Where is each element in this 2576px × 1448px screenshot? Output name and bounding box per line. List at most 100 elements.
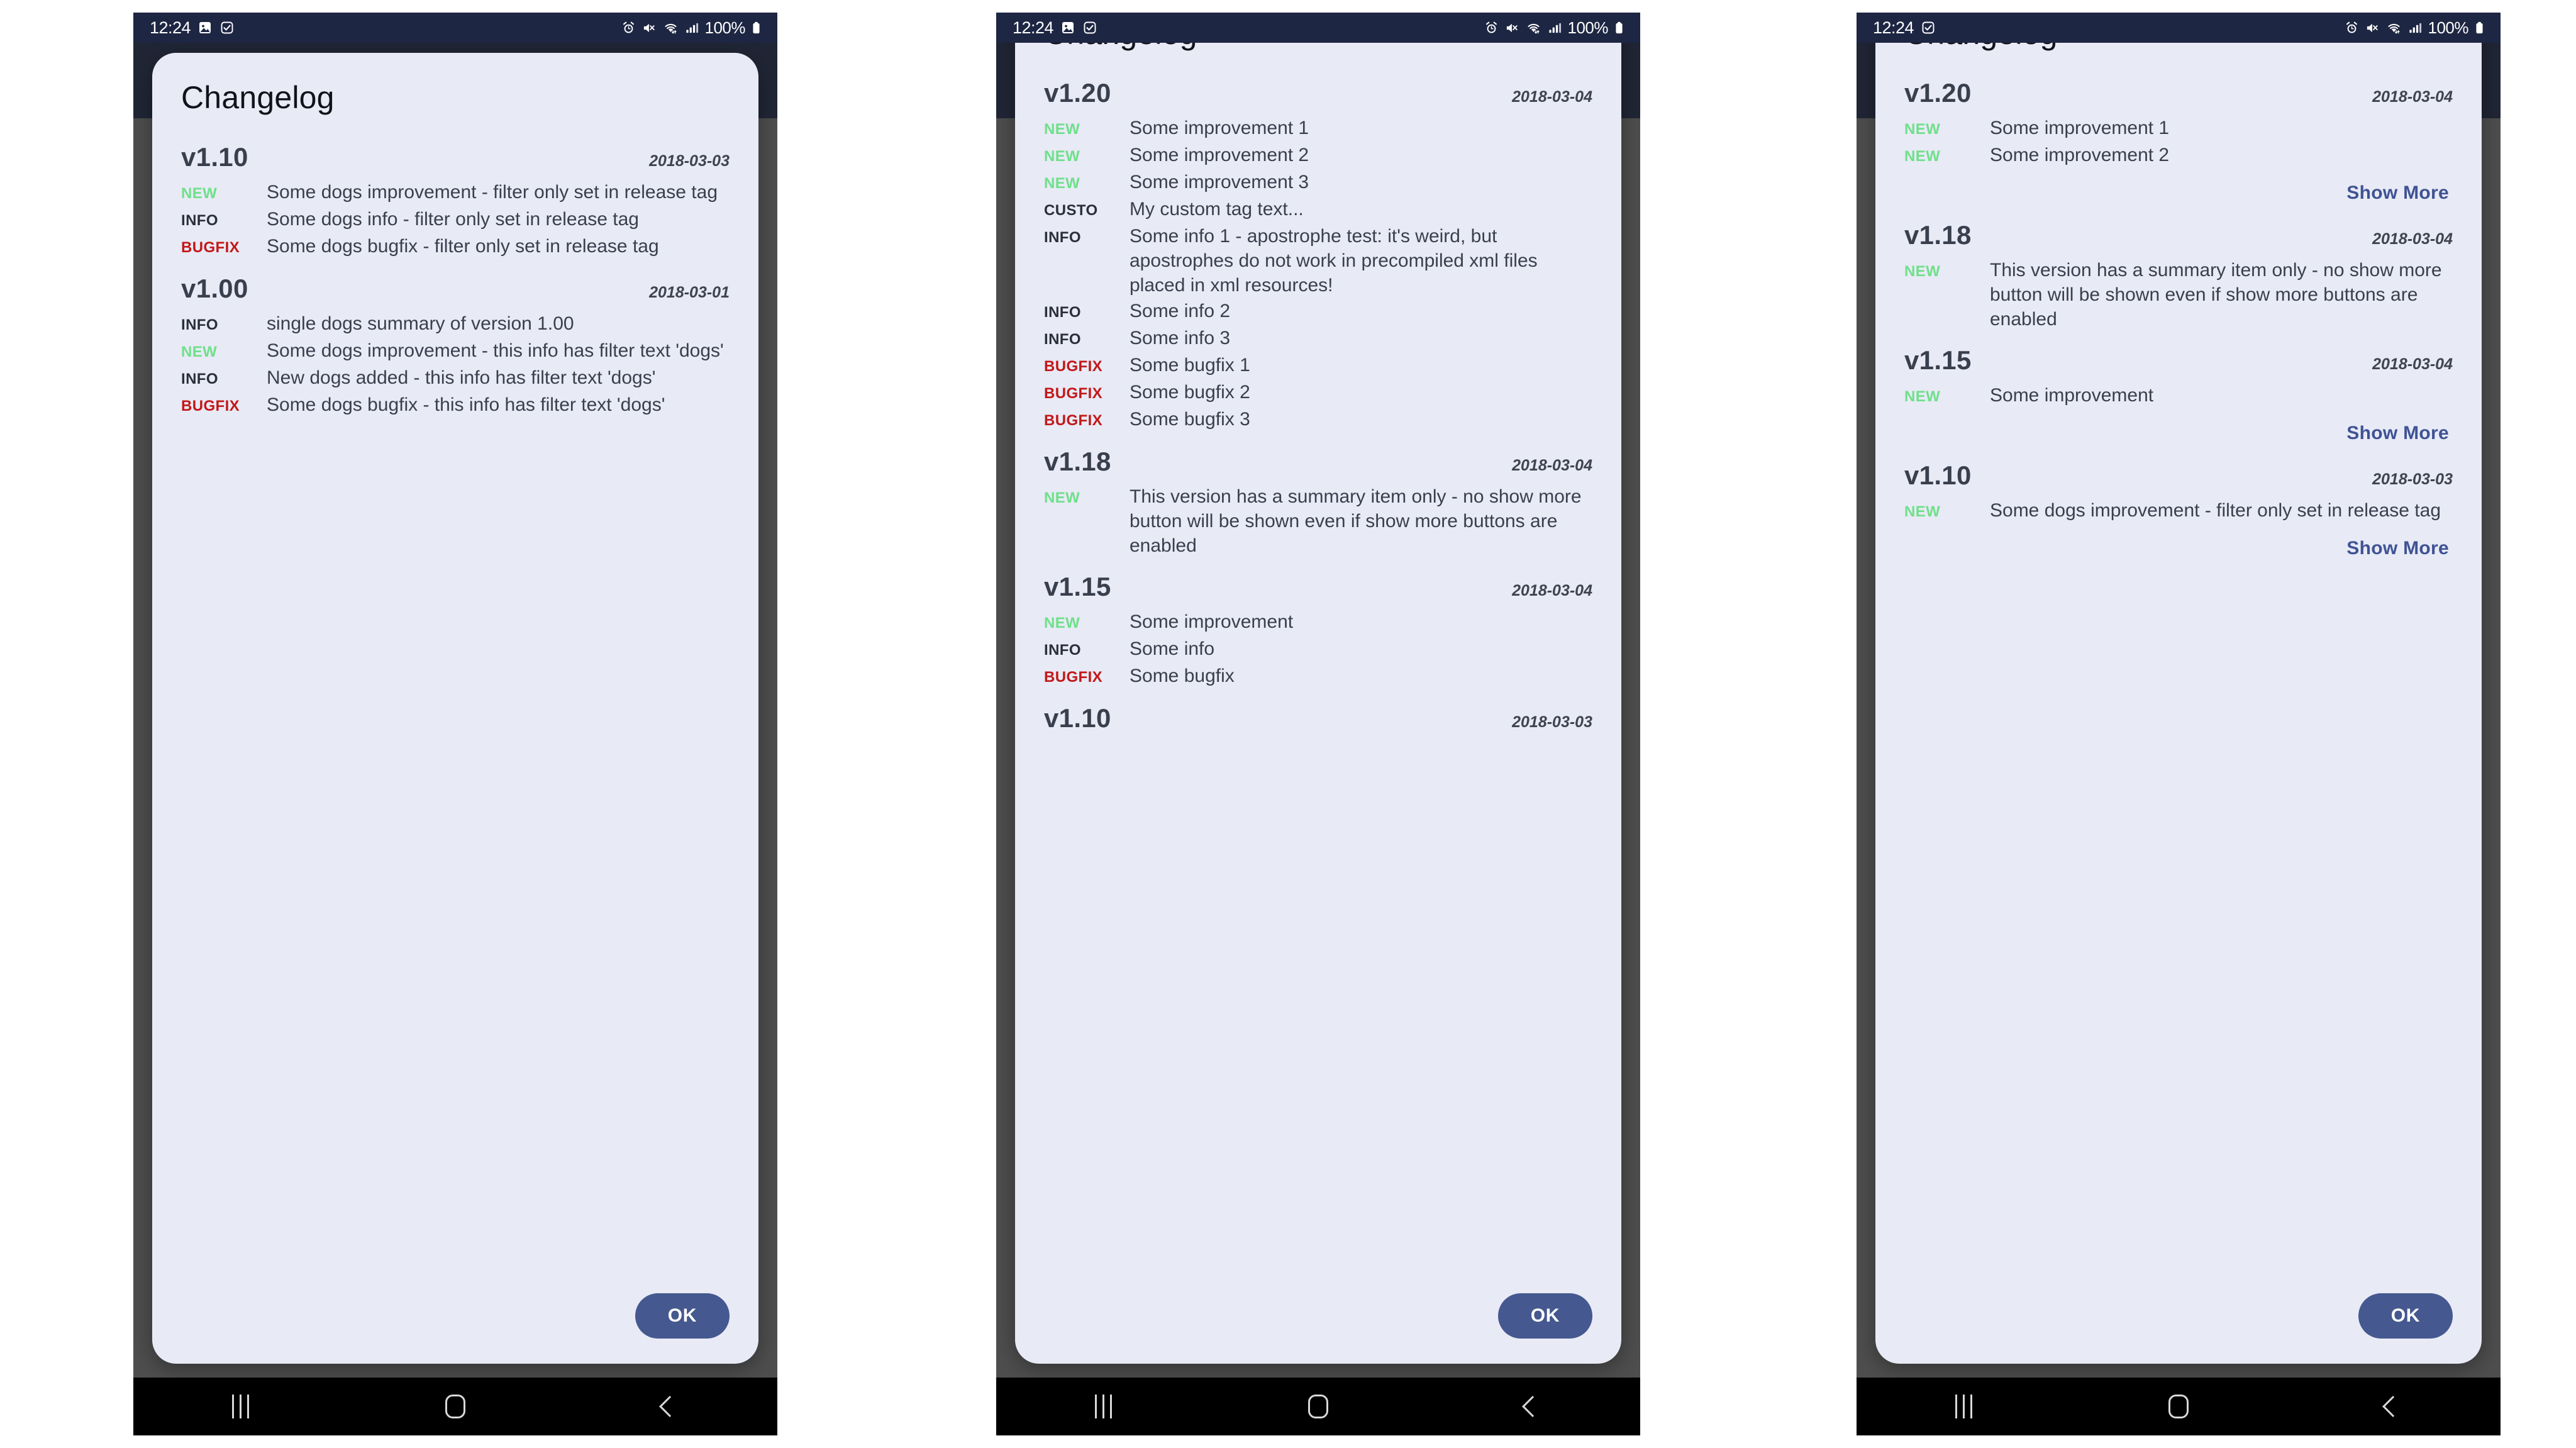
- changelog-row: NEW Some improvement 3: [1044, 170, 1592, 196]
- dialog-title: Changelog: [1875, 43, 2482, 55]
- version-number: v1.20: [1904, 78, 1972, 108]
- changelog-text: This version has a summary item only - n…: [1990, 260, 2442, 330]
- battery-icon: [752, 21, 761, 35]
- changelog-row: NEW This version has a summary item only …: [1904, 258, 2453, 331]
- changelog-row: NEW Some improvement 1: [1904, 116, 2453, 142]
- version-header: v1.15 2018-03-04: [1044, 572, 1592, 602]
- show-more-row: Show More: [1904, 180, 2453, 206]
- battery-icon: [1614, 21, 1624, 35]
- changelog-tag: INFO: [1044, 331, 1081, 348]
- changelog-text: Some improvement: [1130, 611, 1294, 632]
- back-icon[interactable]: [2355, 1378, 2431, 1435]
- changelog-text: This version has a summary item only - n…: [1130, 486, 1582, 556]
- changelog-text: My custom tag text...: [1130, 199, 1304, 220]
- changelog-text: Some info 2: [1130, 301, 1231, 321]
- changelog-tag: NEW: [1044, 489, 1080, 506]
- changelog-tag: NEW: [1044, 615, 1080, 632]
- mute-vibrate-icon: [1505, 21, 1519, 35]
- ok-button[interactable]: OK: [1497, 1293, 1592, 1339]
- battery-percent-label: 100%: [1567, 18, 1609, 37]
- app-body: ComposeChangelog showChangelog = true sh…: [133, 43, 777, 1378]
- home-icon[interactable]: [2141, 1378, 2216, 1435]
- changelog-tag: BUGFIX: [1044, 358, 1103, 375]
- status-clock: 12:24: [1013, 18, 1054, 37]
- back-icon[interactable]: [1495, 1378, 1570, 1435]
- changelog-tag: NEW: [1904, 263, 1941, 280]
- changelog-row: BUGFIX Some bugfix 1: [1044, 353, 1592, 379]
- ok-button[interactable]: OK: [2358, 1293, 2453, 1339]
- back-icon[interactable]: [632, 1378, 708, 1435]
- version-header: v1.18 2018-03-04: [1904, 220, 2453, 250]
- changelog-row: BUGFIX Some bugfix 3: [1044, 407, 1592, 433]
- version-date: 2018-03-01: [649, 284, 730, 301]
- version-number: v1.10: [1044, 703, 1111, 733]
- changelog-row: INFO Some info 2: [1044, 299, 1592, 325]
- alarm-icon: [1484, 21, 1499, 35]
- changelog-row: INFO New dogs added - this info has filte…: [181, 365, 730, 391]
- changelog-row: NEW This version has a summary item only …: [1044, 484, 1592, 558]
- wifi-icon: [663, 21, 679, 35]
- recents-icon[interactable]: [203, 1378, 279, 1435]
- wifi-icon: [1526, 21, 1541, 35]
- version-header: v1.15 2018-03-04: [1904, 345, 2453, 376]
- changelog-text: Some dogs improvement - filter only set …: [1990, 500, 2441, 521]
- status-bar-left: 12:24: [150, 18, 235, 38]
- changelog-row: NEW Some improvement: [1904, 383, 2453, 409]
- version-date: 2018-03-03: [649, 152, 730, 170]
- dialog-title: Changelog: [181, 80, 335, 115]
- changelog-list[interactable]: v1.20 2018-03-04 NEW Some improvement 1 NEW S…: [1875, 55, 2482, 1287]
- dialog-actions: OK: [152, 1287, 758, 1364]
- app-body: ComposeChangelog Changelog v1.202018-03-…: [996, 43, 1640, 1378]
- screenshot-stage: 12:24 100% ComposeChangelog: [0, 0, 2576, 1448]
- show-more-button[interactable]: Show More: [2343, 180, 2453, 206]
- changelog-tag: NEW: [1904, 148, 1941, 165]
- checkbox-checked-icon: [1921, 20, 1936, 35]
- home-icon[interactable]: [418, 1378, 493, 1435]
- changelog-tag: NEW: [1044, 148, 1080, 165]
- changelog-row: INFO Some info 3: [1044, 326, 1592, 352]
- changelog-text: Some improvement 1: [1130, 118, 1309, 138]
- version-date: 2018-03-04: [1512, 582, 1592, 599]
- status-bar-right: 100%: [1484, 18, 1624, 38]
- changelog-row: INFO Some info 1 - apostrophe test: it's …: [1044, 224, 1592, 298]
- status-bar: 12:24 100%: [1857, 13, 2501, 43]
- recents-icon[interactable]: [1926, 1378, 2002, 1435]
- changelog-row: NEW Some dogs improvement - filter only s…: [181, 180, 730, 206]
- status-bar-left: 12:24: [1013, 18, 1097, 38]
- signal-bars-icon: [2408, 21, 2422, 35]
- changelog-tag: INFO: [1044, 229, 1081, 246]
- changelog-tag: NEW: [1904, 503, 1941, 520]
- changelog-text: Some improvement: [1990, 385, 2154, 406]
- phone-screenshot-2: 12:24 100% ComposeChangelog: [996, 13, 1640, 1435]
- alarm-icon: [621, 21, 636, 35]
- status-bar-right: 100%: [621, 18, 762, 38]
- changelog-list[interactable]: v1.10 2018-03-03 NEW Some dogs improvement …: [152, 120, 758, 1287]
- changelog-text: Some info 3: [1130, 328, 1231, 348]
- mute-vibrate-icon: [642, 21, 657, 35]
- changelog-text: Some improvement 3: [1130, 172, 1309, 192]
- version-number: v1.10: [1904, 460, 1972, 490]
- version-date: 2018-03-03: [1512, 713, 1592, 731]
- changelog-tag: INFO: [1044, 304, 1081, 321]
- home-icon[interactable]: [1280, 1378, 1356, 1435]
- changelog-tag: INFO: [181, 370, 218, 387]
- changelog-tag: BUGFIX: [1044, 669, 1103, 686]
- show-more-button[interactable]: Show More: [2343, 535, 2453, 562]
- version-number: v1.00: [181, 274, 248, 303]
- recents-icon[interactable]: [1066, 1378, 1141, 1435]
- signal-bars-icon: [685, 21, 699, 35]
- changelog-list[interactable]: v1.20 2018-03-04 NEW Some improvement 1 NEW S…: [1015, 55, 1621, 1287]
- ok-button[interactable]: OK: [635, 1293, 730, 1339]
- alarm-icon: [2345, 21, 2359, 35]
- signal-bars-icon: [1548, 21, 1562, 35]
- changelog-text: Some dogs improvement - filter only set …: [267, 182, 718, 203]
- show-more-button[interactable]: Show More: [2343, 420, 2453, 447]
- changelog-row: INFO Some dogs info - filter only set in …: [181, 207, 730, 233]
- changelog-text: New dogs added - this info has filter te…: [267, 367, 656, 388]
- changelog-text: Some dogs improvement - this info has fi…: [267, 340, 724, 361]
- changelog-row: NEW Some dogs improvement - filter only s…: [1904, 498, 2453, 524]
- changelog-row: NEW Some improvement 1: [1044, 116, 1592, 142]
- version-number: v1.20: [1044, 78, 1111, 108]
- status-bar-right: 100%: [2345, 18, 2485, 38]
- dialog-title: Changelog: [1015, 43, 1621, 55]
